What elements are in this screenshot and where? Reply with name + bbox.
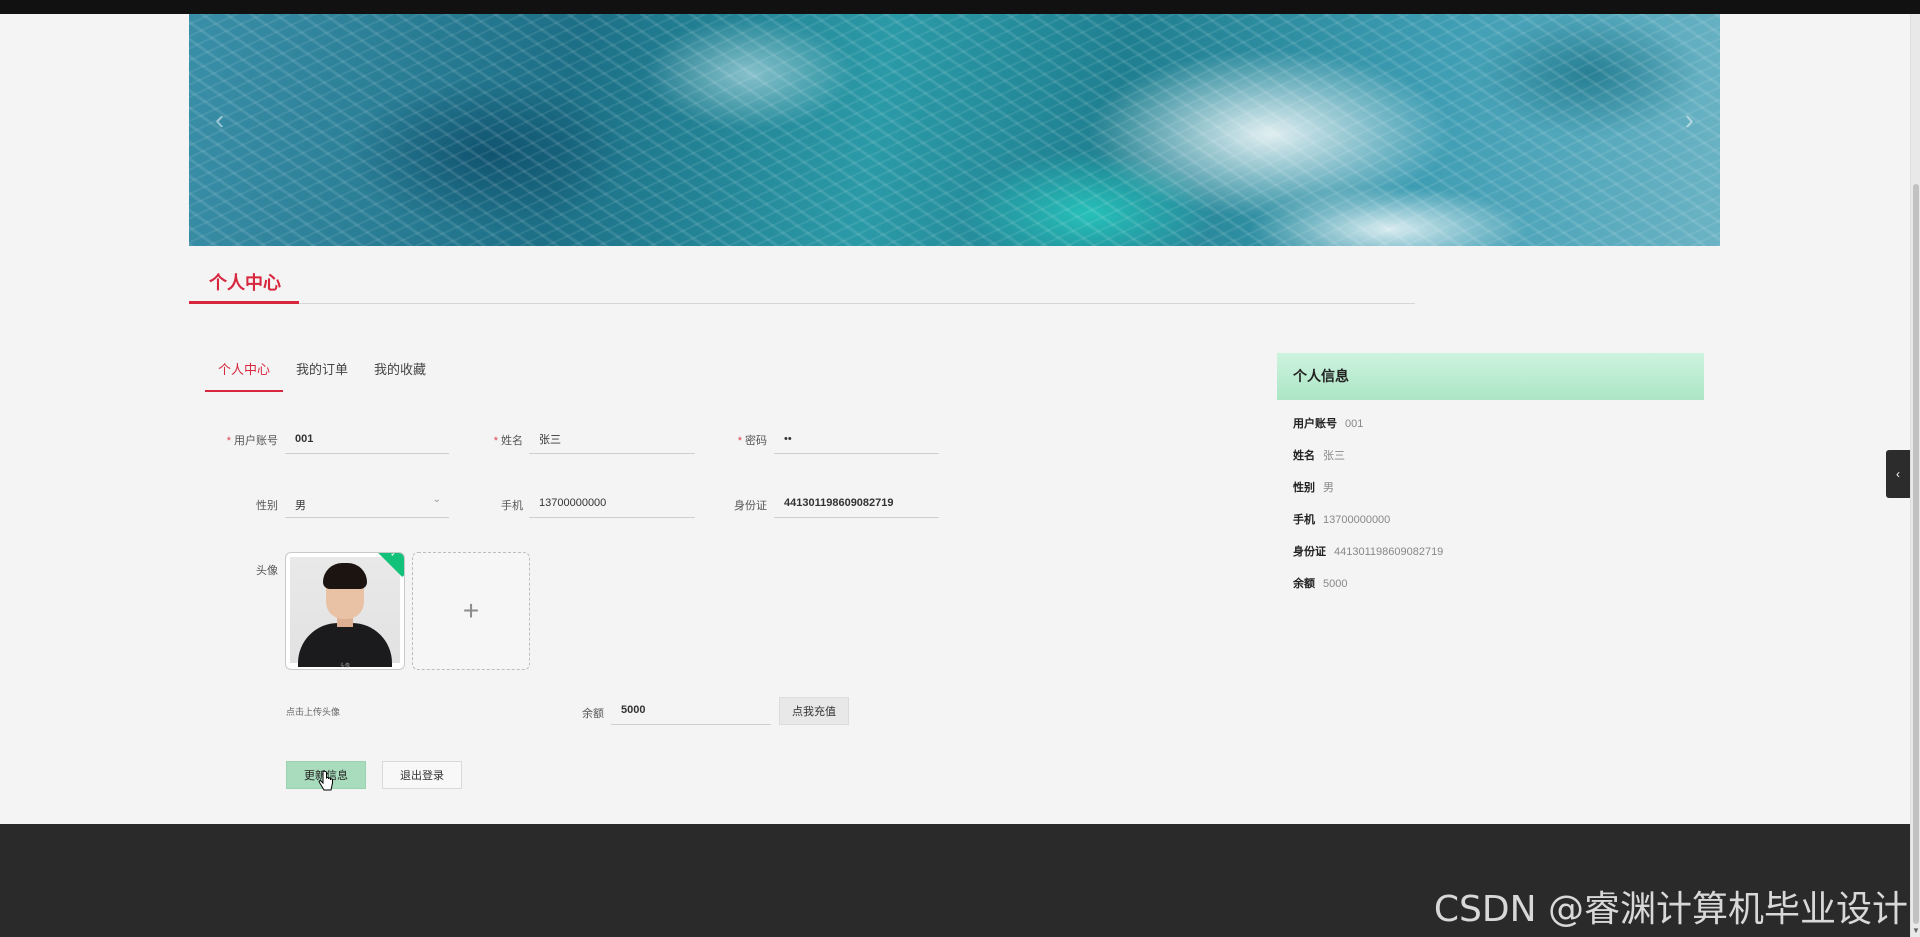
banner-prev-icon[interactable]: ‹ [215,104,224,136]
scrollbar-thumb[interactable] [1913,184,1919,924]
hand-cursor-icon [318,771,333,791]
account-label: * 用户账号 [226,435,278,447]
info-row-name: 姓名 张三 [1293,450,1345,462]
personal-info-panel: 个人信息 用户账号 001 姓名 张三 性别男 手机 13700000000 身份证 4… [1277,353,1704,600]
banner-carousel: ‹ › [189,14,1720,246]
name-input[interactable] [529,424,695,454]
avatar [290,557,400,667]
page-scrollbar[interactable]: ▼ [1910,14,1920,937]
password-input[interactable] [774,424,939,454]
avatar-upload-button[interactable]: + [412,552,530,670]
side-drawer-toggle[interactable]: ‹ [1886,450,1910,498]
chevron-down-icon: ⌄ [432,494,441,505]
logout-button[interactable]: 退出登录 [382,761,462,789]
window-top-bar [0,0,1920,14]
plus-icon: + [462,595,480,626]
recharge-button[interactable]: 点我充值 [779,697,849,725]
phone-label: 手机 [501,500,523,512]
gender-select[interactable]: 男 ⌄ [285,488,449,518]
tab-my-orders[interactable]: 我的订单 [283,354,361,392]
avatar-label: 头像 [256,565,278,577]
id-card-input[interactable] [774,488,939,518]
info-row-balance: 余额 5000 [1293,578,1348,590]
upload-hint: 点击上传头像 [286,707,341,717]
watermark-text: CSDN @睿渊计算机毕业设计 [1433,889,1908,930]
id-card-label: 身份证 [734,500,767,512]
chevron-left-icon: ‹ [1896,467,1900,481]
gender-select-value: 男 [295,500,306,512]
phone-input[interactable] [529,488,695,518]
tab-my-favorites[interactable]: 我的收藏 [361,354,439,392]
section-title: 个人中心 [189,266,299,304]
info-row-phone: 手机 13700000000 [1293,514,1391,526]
info-row-gender: 性别男 [1293,482,1334,494]
info-panel-title: 个人信息 [1277,353,1704,400]
profile-tabs: 个人中心 我的订单 我的收藏 [205,354,439,392]
balance-label: 余额 [582,708,604,720]
name-label: * 姓名 [493,435,523,447]
tab-personal-center[interactable]: 个人中心 [205,354,284,392]
password-label: * 密码 [737,435,767,447]
info-row-id-card: 身份证 441301198609082719 [1293,546,1444,558]
avatar-caption: 头像 [339,663,350,669]
info-row-account: 用户账号 001 [1293,418,1364,430]
section-header: 个人中心 [189,266,1415,304]
account-input[interactable] [285,424,449,454]
avatar-preview[interactable]: ✓ 头像 [285,552,405,670]
balance-input[interactable] [611,695,771,725]
banner-image [189,14,1720,246]
banner-next-icon[interactable]: › [1685,104,1694,136]
scroll-down-icon[interactable]: ▼ [1912,926,1920,935]
gender-label: 性别 [256,500,278,512]
